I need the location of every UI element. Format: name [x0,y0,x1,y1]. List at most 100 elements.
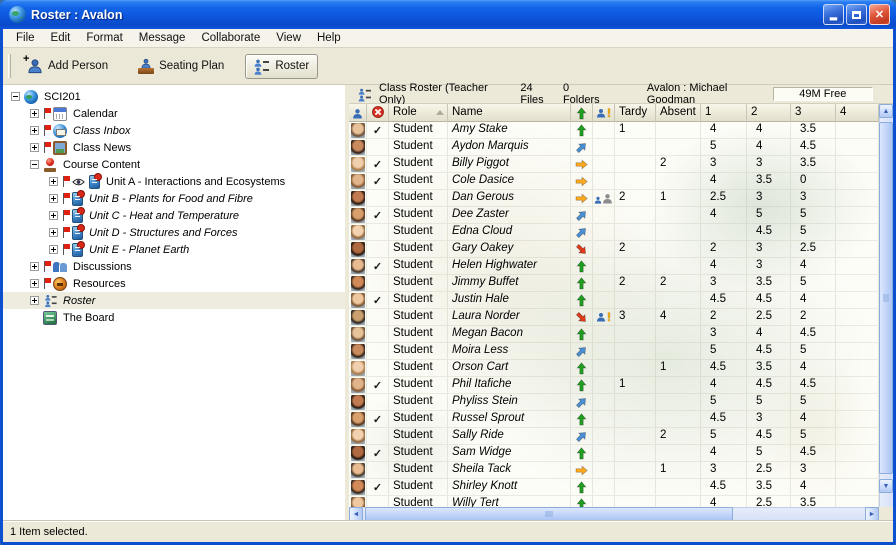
seating-plan-button[interactable]: Seating Plan [129,53,233,79]
roster-row-helen-highwater[interactable]: ✓StudentHelen Highwater434 [349,258,879,275]
vertical-scroll-thumb[interactable] [879,122,893,474]
horizontal-scrollbar[interactable]: ◄ ► [349,507,879,521]
roster-row-billy-piggot[interactable]: ✓StudentBilly Piggot2333.5 [349,156,879,173]
roster-row-gary-oakey[interactable]: StudentGary Oakey2232.5 [349,241,879,258]
roster-row-sam-widge[interactable]: ✓StudentSam Widge454.5 [349,445,879,462]
maximize-button[interactable] [846,4,867,25]
roster-row-aydon-marquis[interactable]: StudentAydon Marquis544.5 [349,139,879,156]
tree-item-unit-b-plants-for-food-and-fibre[interactable]: Unit B - Plants for Food and Fibre [3,190,345,207]
tree-item-discussions[interactable]: Discussions [3,258,345,275]
roster-row-justin-hale[interactable]: ✓StudentJustin Hale4.54.54 [349,292,879,309]
tree-item-class-inbox[interactable]: Class Inbox [3,122,345,139]
roster-row-jimmy-buffet[interactable]: StudentJimmy Buffet2233.55 [349,275,879,292]
tree-expander[interactable] [30,143,39,152]
student-photo [351,446,365,461]
menu-item-collaborate[interactable]: Collaborate [193,30,268,46]
menu-item-format[interactable]: Format [78,30,130,46]
close-button[interactable]: ✕ [869,4,890,25]
toolbar-gripper[interactable] [8,54,11,78]
roster-row-megan-bacon[interactable]: StudentMegan Bacon344.5 [349,326,879,343]
tree-item-unit-d-structures-and-forces[interactable]: Unit D - Structures and Forces [3,224,345,241]
roster-row-sally-ride[interactable]: StudentSally Ride254.55 [349,428,879,445]
tree-expander[interactable] [11,92,20,101]
tree-expander[interactable] [49,177,58,186]
tree-item-sci201[interactable]: SCI201 [3,88,345,105]
tree-item-calendar[interactable]: Calendar [3,105,345,122]
column-header-trend[interactable] [571,104,593,122]
tree-item-unit-a-interactions-and-ecosystems[interactable]: Unit A - Interactions and Ecosystems [3,173,345,190]
column-header-avatar[interactable] [349,104,367,122]
column-header-g4[interactable]: 4 [836,104,879,122]
roster-row-willy-tert[interactable]: StudentWilly Tert42.53.5 [349,496,879,507]
tree-expander[interactable] [49,245,58,254]
roster-row-dan-gerous[interactable]: StudentDan Gerous212.533 [349,190,879,207]
column-header-name[interactable]: Name [448,104,571,122]
menu-item-view[interactable]: View [268,30,309,46]
absent-value: 4 [660,310,666,322]
roster-row-edna-cloud[interactable]: StudentEdna Cloud4.55 [349,224,879,241]
grade-1-value: 3 [710,157,716,169]
column-header-g2[interactable]: 2 [747,104,791,122]
red-flag-icon [62,244,70,255]
tree-item-roster[interactable]: Roster [3,292,345,309]
roster-row-phyliss-stein[interactable]: StudentPhyliss Stein555 [349,394,879,411]
student-photo [351,208,365,223]
tree-expander[interactable] [30,126,39,135]
roster-row-shirley-knott[interactable]: ✓StudentShirley Knott4.53.54 [349,479,879,496]
tree-item-label: Unit D - Structures and Forces [86,226,241,240]
tree-expander[interactable] [30,109,39,118]
column-header-absent[interactable]: Absent [656,104,701,122]
minimize-button[interactable]: ▂ [823,4,844,25]
tree-item-resources[interactable]: Resources [3,275,345,292]
tree-item-unit-e-planet-earth[interactable]: Unit E - Planet Earth [3,241,345,258]
menu-item-edit[interactable]: Edit [43,30,79,46]
horizontal-scroll-thumb[interactable] [365,507,733,521]
tree-item-class-news[interactable]: Class News [3,139,345,156]
student-name: Megan Bacon [452,327,523,339]
scroll-left-button[interactable]: ◄ [349,507,363,521]
roster-row-cole-dasice[interactable]: ✓StudentCole Dasice43.50 [349,173,879,190]
column-header-check[interactable] [367,104,389,122]
tardy-value: 2 [619,242,625,254]
roster-button[interactable]: Roster [245,54,318,79]
tree-item-unit-c-heat-and-temperature[interactable]: Unit C - Heat and Temperature [3,207,345,224]
column-header-g1[interactable]: 1 [701,104,747,122]
scroll-right-button[interactable]: ► [865,507,879,521]
tree-item-course-content[interactable]: Course Content [3,156,345,173]
tree-expander[interactable] [30,296,39,305]
roster-row-moira-less[interactable]: StudentMoira Less54.55 [349,343,879,360]
trend-up-icon [575,260,588,273]
menu-item-help[interactable]: Help [309,30,349,46]
roster-row-phil-itafiche[interactable]: ✓StudentPhil Itafiche144.54.5 [349,377,879,394]
tree-expander[interactable] [49,194,58,203]
roster-row-dee-zaster[interactable]: ✓StudentDee Zaster455 [349,207,879,224]
tree-expander[interactable] [30,160,39,169]
roster-row-russel-sprout[interactable]: ✓StudentRussel Sprout4.534 [349,411,879,428]
tree-item-the-board[interactable]: The Board [3,309,345,326]
role-value: Student [393,310,433,322]
roster-row-sheila-tack[interactable]: StudentSheila Tack132.53 [349,462,879,479]
column-header-alert[interactable]: ! [593,104,615,122]
grade-2-value: 3.5 [756,174,772,186]
column-header-tardy[interactable]: Tardy [615,104,656,122]
add-person-button[interactable]: + Add Person [18,53,117,79]
tree-expander[interactable] [49,228,58,237]
tree-expander[interactable] [30,262,39,271]
column-header-role[interactable]: Role [389,104,448,122]
tree-expander[interactable] [49,211,58,220]
free-space-indicator: 49M Free [773,87,873,101]
scroll-down-button[interactable]: ▼ [879,479,893,493]
roster-row-orson-cart[interactable]: StudentOrson Cart14.53.54 [349,360,879,377]
tree-expander[interactable] [30,279,39,288]
trend-up-icon [575,294,588,307]
person-icon [352,108,363,119]
column-header-g3[interactable]: 3 [791,104,836,122]
student-name: Orson Cart [452,361,508,373]
menu-item-message[interactable]: Message [131,30,194,46]
column-label: Absent [660,106,696,118]
roster-row-amy-stake[interactable]: ✓StudentAmy Stake1443.5 [349,122,879,139]
scroll-up-button[interactable]: ▲ [879,104,893,118]
vertical-scrollbar[interactable]: ▲ ▼ [879,104,893,507]
menu-item-file[interactable]: File [8,30,43,46]
roster-row-laura-norder[interactable]: StudentLaura Norder!3422.52 [349,309,879,326]
